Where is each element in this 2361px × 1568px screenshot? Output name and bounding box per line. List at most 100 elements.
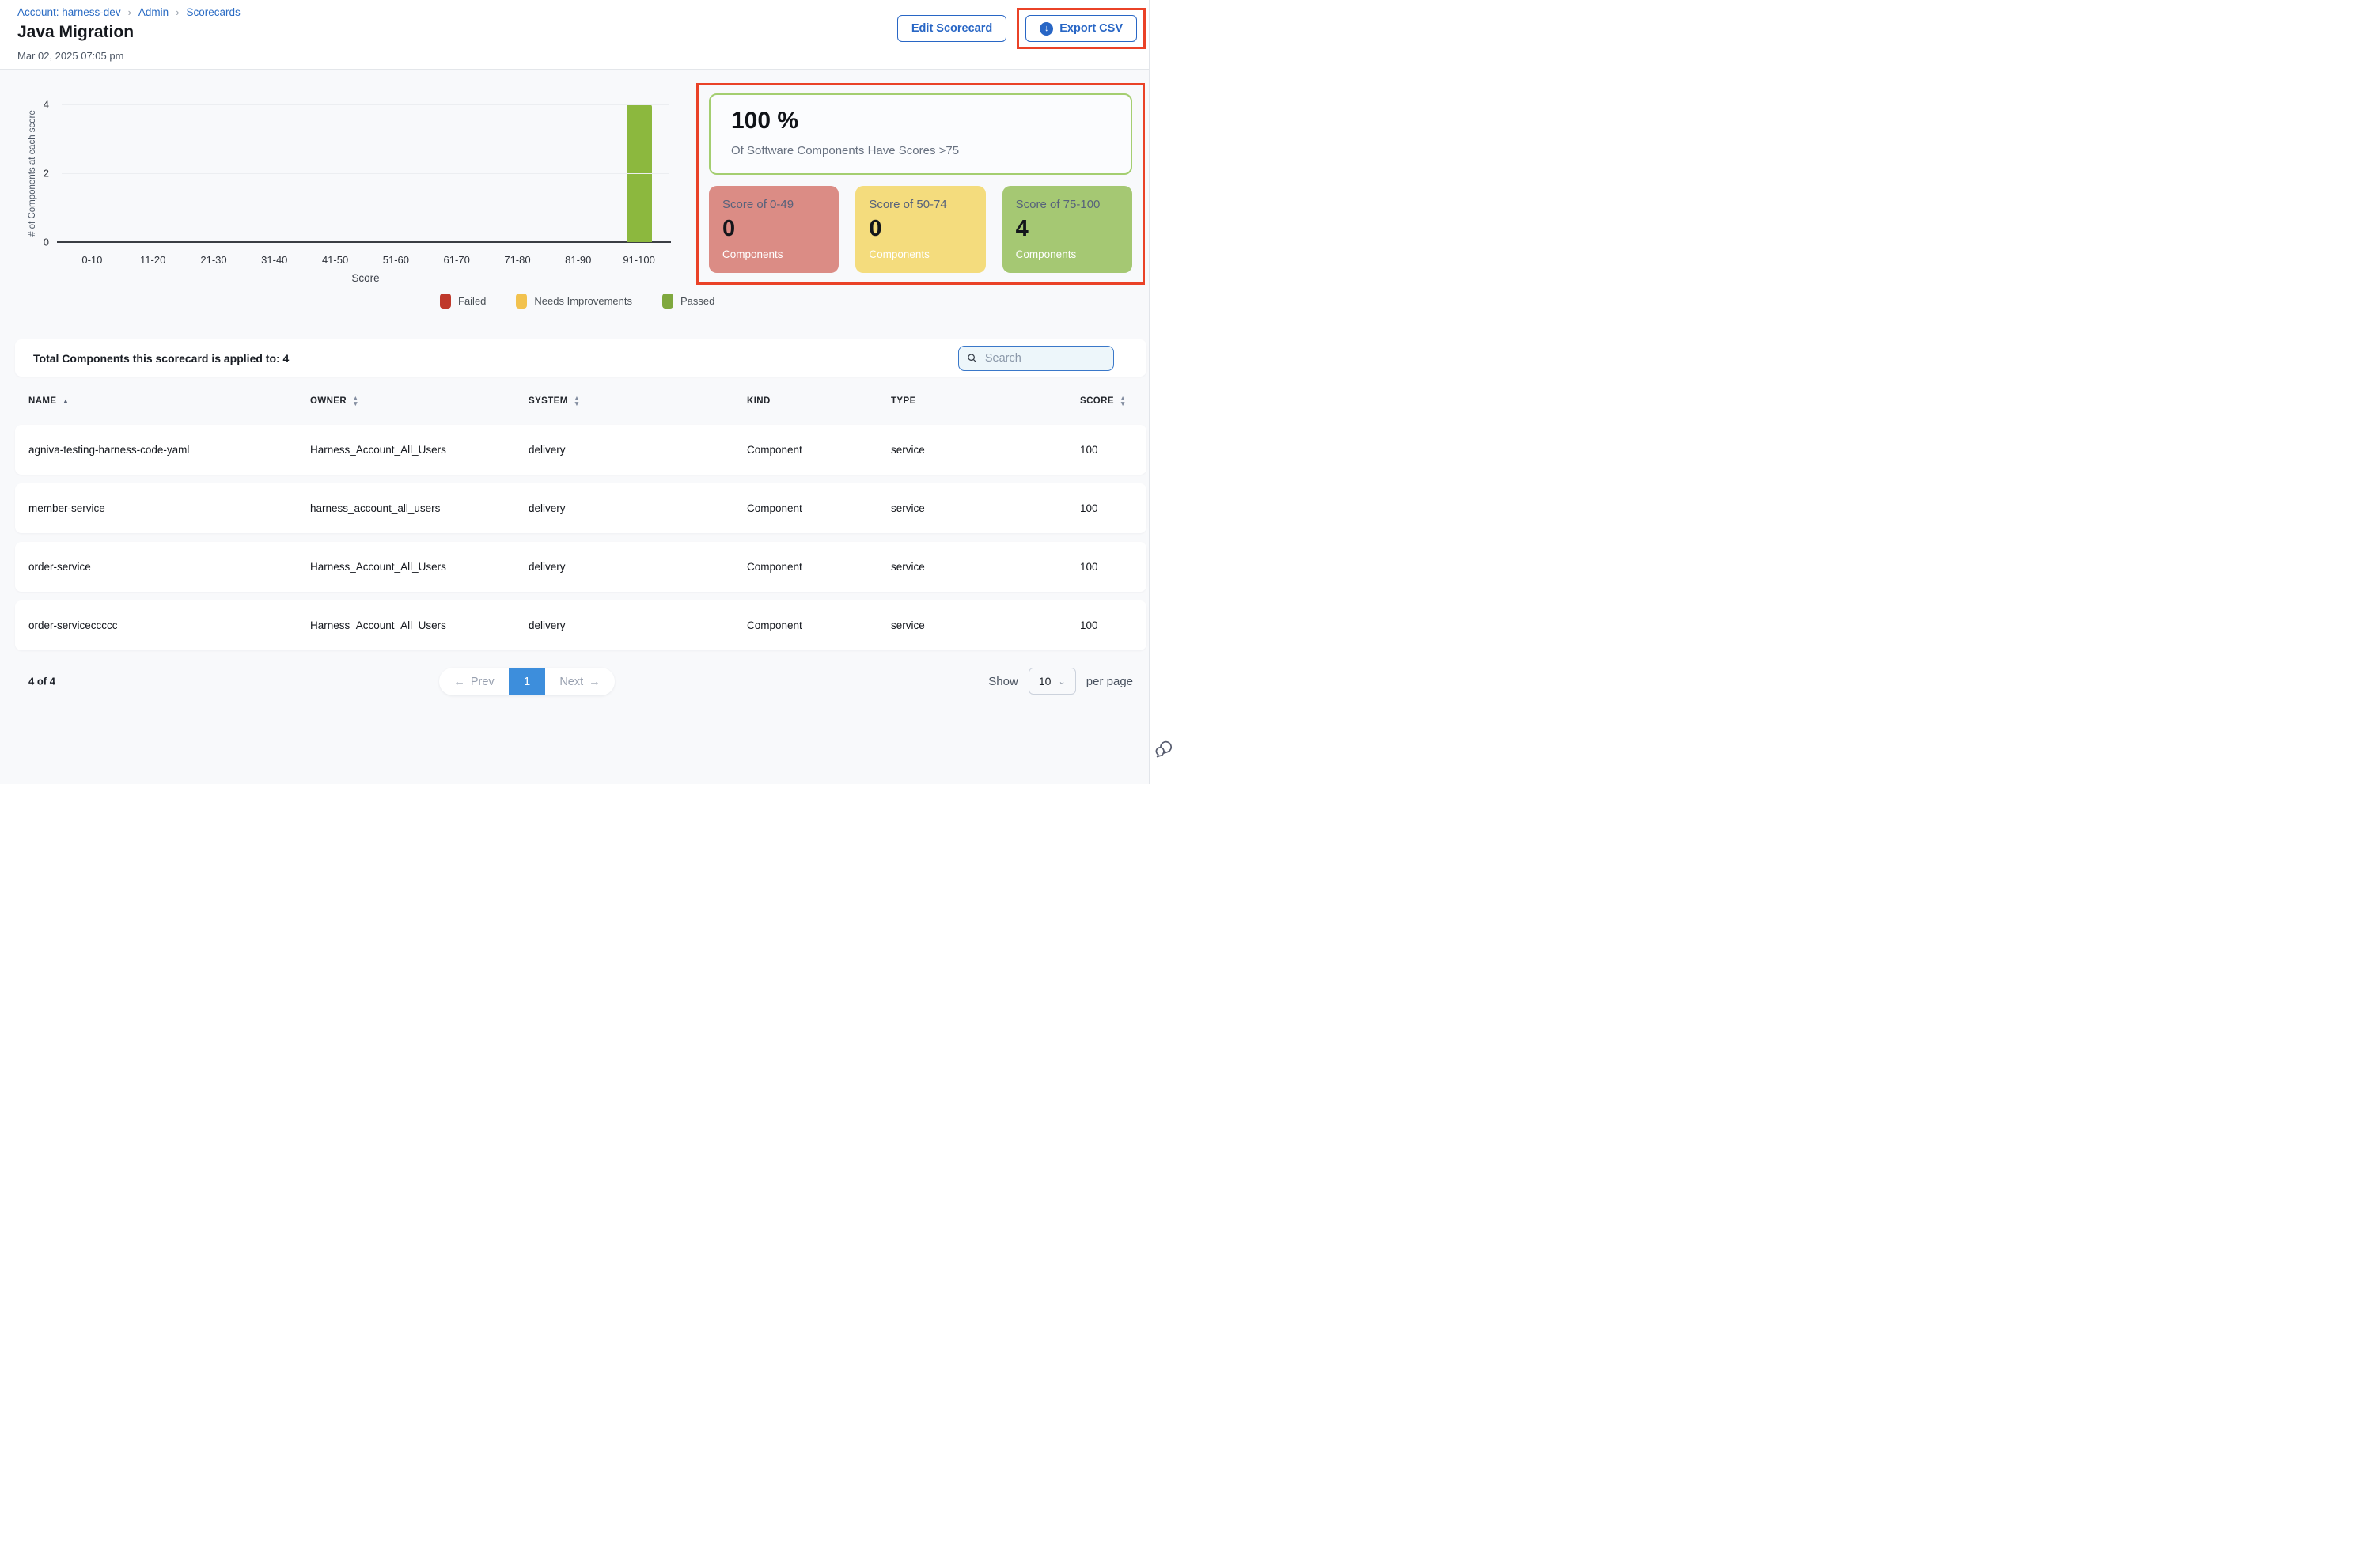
table-row[interactable]: order-servicecccccHarness_Account_All_Us… (15, 600, 1146, 650)
table-row[interactable]: member-serviceharness_account_all_usersd… (15, 483, 1146, 533)
table-row[interactable]: agniva-testing-harness-code-yamlHarness_… (15, 425, 1146, 475)
chevron-right-icon: › (128, 6, 131, 18)
legend-swatch-icon (662, 294, 673, 309)
cell-kind: Component (747, 619, 891, 631)
score-summary-annotation-box: 100 % Of Software Components Have Scores… (696, 83, 1145, 285)
cell-name: agniva-testing-harness-code-yaml (28, 444, 310, 456)
page-size-control: Show 10 ⌄ per page (988, 665, 1133, 698)
cell-system: delivery (529, 619, 747, 631)
cell-name: order-service (28, 561, 310, 573)
cell-system: delivery (529, 444, 747, 456)
cell-owner: harness_account_all_users (310, 502, 529, 514)
breadcrumb-account-link[interactable]: Account: harness-dev (17, 6, 121, 18)
gridline-2 (62, 173, 669, 174)
page-header: Account: harness-dev › Admin › Scorecard… (0, 0, 1149, 70)
x-tick-91-100: 91-100 (608, 254, 669, 266)
pagination-bar: 4 of 4 ← Prev 1 Next → Show 10 ⌄ per pag… (15, 665, 1146, 698)
arrow-right-icon: → (589, 676, 601, 688)
prev-page-button[interactable]: ← Prev (439, 668, 509, 695)
legend-item-passed[interactable]: Passed (662, 294, 714, 309)
cell-owner: Harness_Account_All_Users (310, 444, 529, 456)
column-label: TYPE (891, 396, 916, 406)
table-header-row: NAME▲OWNER▲▼SYSTEM▲▼KINDTYPESCORE▲▼ (15, 385, 1146, 417)
sort-ascending-icon: ▲ (62, 397, 69, 405)
chat-bubbles-icon (1154, 739, 1175, 759)
table-row[interactable]: order-serviceHarness_Account_All_Usersde… (15, 542, 1146, 592)
column-label: OWNER (310, 396, 347, 406)
breadcrumb: Account: harness-dev › Admin › Scorecard… (17, 6, 241, 18)
legend-swatch-icon (440, 294, 451, 309)
next-label: Next (559, 676, 583, 688)
cell-owner: Harness_Account_All_Users (310, 561, 529, 573)
column-header-kind: KIND (747, 396, 891, 406)
column-label: NAME (28, 396, 56, 406)
y-tick-0: 0 (22, 237, 49, 248)
x-tick-71-80: 71-80 (487, 254, 548, 266)
score-card-label: Score of 0-49 (722, 198, 825, 211)
cell-owner: Harness_Account_All_Users (310, 619, 529, 631)
y-tick-4: 4 (22, 99, 49, 111)
chart-legend: Failed Needs Improvements Passed (440, 294, 714, 309)
pager: ← Prev 1 Next → (439, 668, 615, 695)
x-tick-11-20: 11-20 (123, 254, 184, 266)
page-timestamp: Mar 02, 2025 07:05 pm (17, 50, 123, 62)
export-csv-button[interactable]: ↓ Export CSV (1025, 15, 1137, 42)
result-count: 4 of 4 (28, 676, 55, 687)
export-csv-annotation-box: ↓ Export CSV (1017, 8, 1146, 49)
percent-summary-card: 100 % Of Software Components Have Scores… (709, 93, 1132, 175)
page-size-select[interactable]: 10 ⌄ (1029, 668, 1076, 695)
cell-kind: Component (747, 502, 891, 514)
score-card-label: Score of 50-74 (869, 198, 972, 211)
cell-system: delivery (529, 502, 747, 514)
sort-icon: ▲▼ (574, 396, 581, 407)
page-title: Java Migration (17, 23, 134, 42)
breadcrumb-scorecards-link[interactable]: Scorecards (187, 6, 241, 18)
score-card-unit: Components (722, 248, 825, 260)
legend-swatch-icon (516, 294, 527, 309)
cell-score: 100 (1080, 619, 1146, 631)
search-icon (967, 352, 977, 364)
x-tick-41-50: 41-50 (305, 254, 366, 266)
score-card-unit: Components (869, 248, 972, 260)
score-card-score-of-50-74: Score of 50-74 0 Components (855, 186, 985, 273)
chevron-down-icon: ⌄ (1058, 676, 1065, 687)
cell-kind: Component (747, 444, 891, 456)
legend-label: Needs Improvements (534, 295, 632, 307)
x-tick-0-10: 0-10 (62, 254, 123, 266)
x-tick-61-70: 61-70 (426, 254, 487, 266)
search-input[interactable] (983, 351, 1105, 365)
export-csv-label: Export CSV (1059, 22, 1123, 35)
next-page-button[interactable]: Next → (545, 668, 615, 695)
search-box (958, 346, 1114, 371)
per-page-label: per page (1086, 675, 1133, 688)
cell-name: order-serviceccccc (28, 619, 310, 631)
x-tick-81-90: 81-90 (548, 254, 608, 266)
sort-down-icon: ▼ (352, 401, 359, 407)
main-content: # of Components at each score 0-1011-202… (0, 70, 1149, 784)
page-size-value: 10 (1039, 675, 1052, 687)
support-chat-button[interactable] (1154, 739, 1175, 763)
legend-item-needs-improvements[interactable]: Needs Improvements (516, 294, 632, 309)
table-body: agniva-testing-harness-code-yamlHarness_… (15, 425, 1146, 659)
legend-item-failed[interactable]: Failed (440, 294, 486, 309)
chevron-right-icon: › (176, 6, 179, 18)
page-number-button[interactable]: 1 (509, 668, 545, 695)
column-header-score[interactable]: SCORE▲▼ (1080, 396, 1146, 407)
sort-icon: ▲▼ (1120, 396, 1127, 407)
score-card-value: 0 (869, 216, 972, 242)
x-tick-31-40: 31-40 (244, 254, 305, 266)
column-header-system[interactable]: SYSTEM▲▼ (529, 396, 747, 407)
cell-type: service (891, 619, 1080, 631)
chart-x-axis-title: Score (62, 272, 669, 284)
cell-kind: Component (747, 561, 891, 573)
cell-score: 100 (1080, 444, 1146, 456)
cell-type: service (891, 502, 1080, 514)
x-tick-51-60: 51-60 (366, 254, 426, 266)
score-card-value: 0 (722, 216, 825, 242)
column-header-name[interactable]: NAME ▲ (28, 396, 310, 406)
edit-scorecard-button[interactable]: Edit Scorecard (897, 15, 1006, 42)
sort-down-icon: ▼ (1120, 401, 1127, 407)
breadcrumb-admin-link[interactable]: Admin (138, 6, 169, 18)
percent-caption: Of Software Components Have Scores >75 (731, 144, 1110, 157)
column-header-owner[interactable]: OWNER▲▼ (310, 396, 529, 407)
